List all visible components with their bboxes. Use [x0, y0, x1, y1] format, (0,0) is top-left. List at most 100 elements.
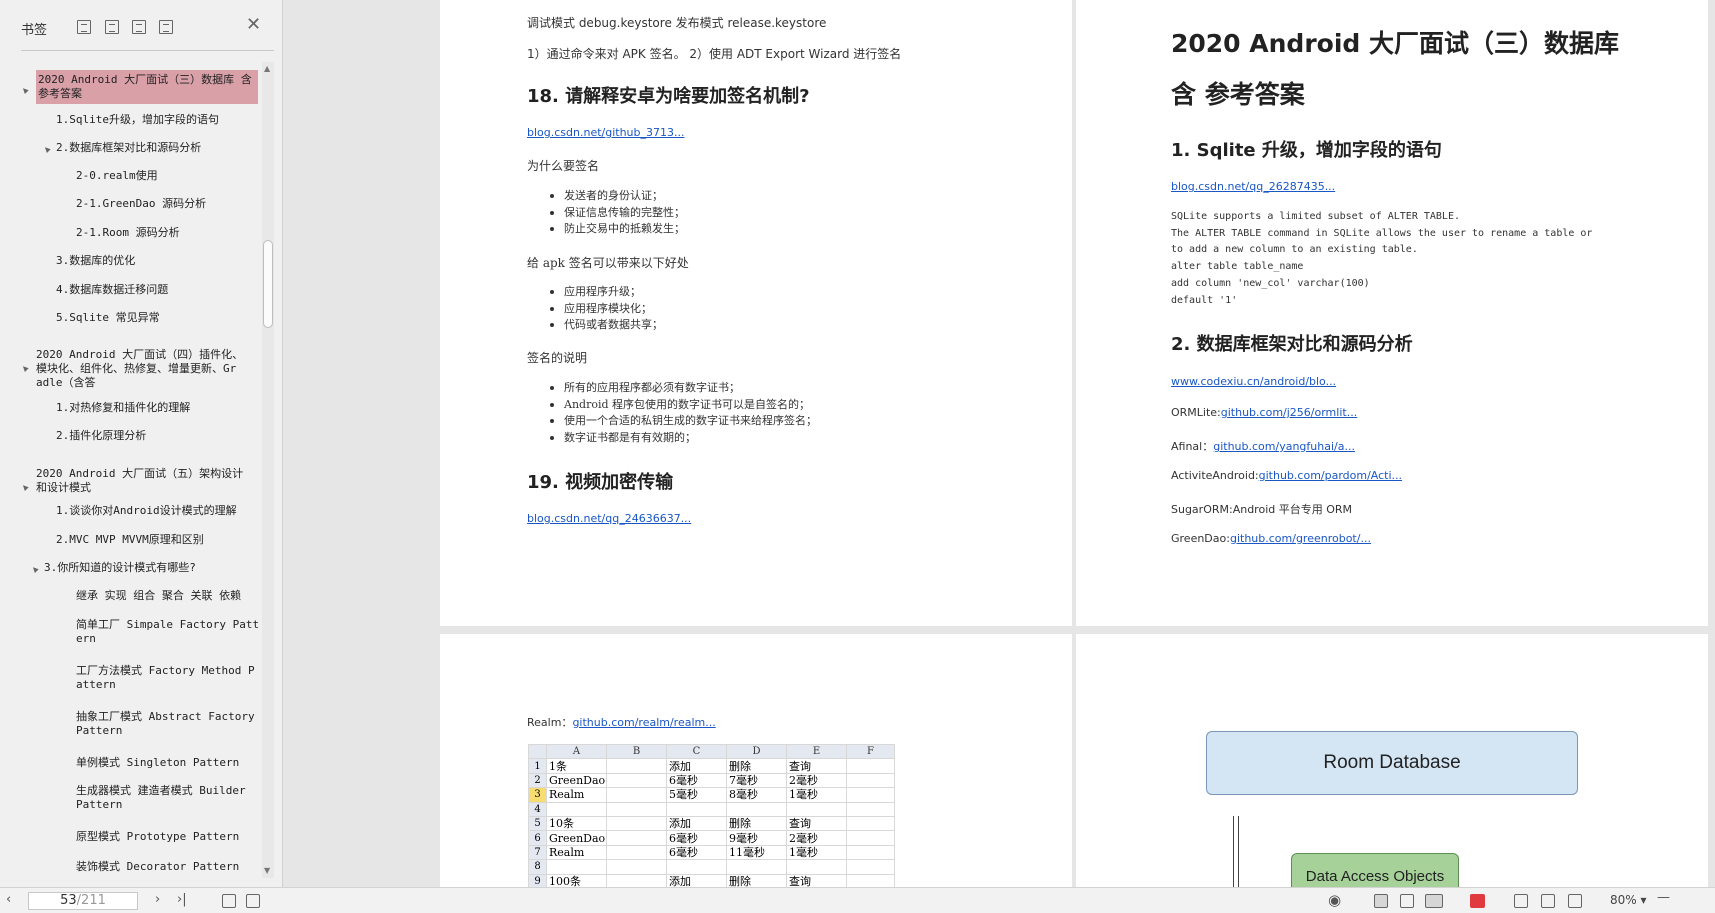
sidebar-scrollbar[interactable]: [262, 62, 274, 878]
link-codexiu[interactable]: www.codexiu.cn/android/blo...: [1171, 375, 1336, 388]
sheet-column-header: B: [606, 743, 667, 760]
bookmark-item[interactable]: 继承 实现 组合 聚合 关联 依赖: [76, 589, 241, 603]
sheet-cell: [846, 830, 895, 846]
bookmark-item[interactable]: 2020 Android 大厂面试（五）架构设计 和设计模式: [36, 467, 243, 495]
sidebar-header: 书签 ✕: [0, 0, 282, 48]
expand-toggle-icon[interactable]: ▲: [30, 564, 39, 573]
continuous-view-icon[interactable]: [1400, 894, 1414, 908]
why-sign-list: 发送者的身份认证； 保证信息传输的完整性； 防止交易中的抵赖发生；: [550, 188, 685, 238]
bookmark-item[interactable]: 装饰模式 Decorator Pattern: [76, 860, 239, 874]
sheet-cell: [846, 772, 895, 789]
row-number: 7: [528, 844, 547, 861]
sheet-cell: [606, 758, 667, 774]
zoom-level[interactable]: 80% ▾: [1610, 893, 1647, 907]
bookmark-item[interactable]: 1.对热修复和插件化的理解: [56, 401, 190, 415]
sheet-column-header: A: [546, 743, 607, 760]
bookmark-item[interactable]: 工厂方法模式 Factory Method Pattern: [76, 664, 255, 692]
ormlite-link[interactable]: github.com/j256/ormlit...: [1221, 406, 1357, 419]
bookmark-item[interactable]: 2.数据库框架对比和源码分析: [56, 141, 201, 155]
realm-link[interactable]: github.com/realm/realm...: [572, 716, 715, 729]
add-bookmark-icon[interactable]: [132, 20, 146, 34]
bookmark-item[interactable]: 简单工厂 Simpale Factory Patt ern: [76, 618, 259, 646]
bookmark-item[interactable]: 生成器模式 建造者模式 Builder Pattern: [76, 784, 246, 812]
document-view[interactable]: 调试模式 debug.keystore 发布模式 release.keystor…: [283, 0, 1715, 887]
scroll-up-icon[interactable]: ▲: [264, 64, 270, 73]
bookmark-item[interactable]: 2-1.Room 源码分析: [76, 226, 180, 240]
forward-view-icon[interactable]: [246, 894, 260, 908]
sheet-column-header: C: [666, 743, 727, 760]
expand-toggle-icon[interactable]: ▲: [42, 144, 51, 153]
bookmark-label-line: 2020 Android 大厂面试（三）数据库 含: [38, 73, 252, 86]
bookmark-item[interactable]: 2-1.GreenDao 源码分析: [76, 197, 206, 211]
prev-arrow-icon[interactable]: ‹: [6, 892, 11, 907]
actual-size-icon[interactable]: [1514, 894, 1528, 908]
sheet-cell: [606, 873, 667, 887]
zoom-out-icon[interactable]: —: [1657, 890, 1670, 905]
sheet-cell: 8毫秒: [726, 787, 787, 803]
next-page-icon[interactable]: ›: [155, 892, 160, 907]
sheet-cell: 1条: [546, 758, 607, 774]
bookmark-item[interactable]: 2020 Android 大厂面试（三）数据库 含参考答案: [36, 70, 258, 104]
code-line: alter table table_name: [1171, 261, 1304, 272]
sheet-cell: [606, 830, 667, 846]
bookmark-item[interactable]: 2.插件化原理分析: [56, 429, 146, 443]
greendao-link[interactable]: github.com/greenrobot/...: [1230, 532, 1371, 545]
sheet-cell: [726, 801, 787, 817]
bookmark-item[interactable]: 3.你所知道的设计模式有哪些?: [44, 561, 196, 575]
bookmark-label-line: 生成器模式 建造者模式 Builder: [76, 784, 246, 797]
expand-toggle-icon[interactable]: ▲: [20, 363, 29, 372]
bookmark-label-line: Pattern: [76, 798, 123, 811]
link-19[interactable]: blog.csdn.net/qq_24636637...: [527, 512, 691, 525]
bookmark-item[interactable]: 1.谈谈你对Android设计模式的理解: [56, 504, 237, 518]
ormlite-label: ORMLite:: [1171, 406, 1221, 419]
back-view-icon[interactable]: [222, 894, 236, 908]
code-line: add column 'new_col' varchar(100): [1171, 278, 1370, 289]
sidebar-scroll-thumb[interactable]: [263, 240, 273, 328]
eye-icon[interactable]: ◉: [1328, 891, 1341, 909]
heading-18: 18. 请解释安卓为啥要加签名机制?: [527, 86, 810, 107]
sheet-cell: [666, 801, 727, 817]
expand-all-icon[interactable]: [77, 20, 91, 34]
bookmark-item[interactable]: 4.数据库数据迁移问题: [56, 283, 168, 297]
activeandroid-link[interactable]: github.com/pardom/Acti...: [1259, 469, 1402, 482]
list-item: 保证信息传输的完整性；: [550, 205, 685, 222]
single-page-view-icon[interactable]: [1374, 894, 1388, 908]
row-number: 3: [528, 787, 547, 803]
close-icon[interactable]: ✕: [246, 16, 261, 34]
sheet-cell: 11毫秒: [726, 844, 787, 861]
page-number-input[interactable]: 53/211: [28, 892, 138, 910]
table-row: 1 1条 添加 删除 查询: [528, 758, 895, 774]
explain-label: 签名的说明: [527, 351, 588, 365]
scroll-down-icon[interactable]: ▼: [264, 866, 270, 875]
link-18[interactable]: blog.csdn.net/github_3713...: [527, 126, 685, 139]
benefit-label: 给 apk 签名可以带来以下好处: [527, 256, 689, 270]
afinal-link[interactable]: github.com/yangfuhai/a...: [1213, 440, 1355, 453]
bookmark-item[interactable]: 单例模式 Singleton Pattern: [76, 756, 239, 770]
sheet-cell: 删除: [726, 758, 787, 774]
expand-toggle-icon[interactable]: ▲: [20, 482, 29, 491]
play-icon[interactable]: [1470, 894, 1485, 908]
collapse-all-icon[interactable]: [105, 20, 119, 34]
fit-page-icon[interactable]: [1541, 894, 1555, 908]
bookmark-item[interactable]: 2020 Android 大厂面试（四）插件化、 模块化、组件化、热修复、增量更新…: [36, 348, 243, 390]
activeandroid-label: ActiviteAndroid:: [1171, 469, 1259, 482]
bookmark-item[interactable]: 5.Sqlite 常见异常: [56, 311, 160, 325]
bookmark-item[interactable]: 原型模式 Prototype Pattern: [76, 830, 239, 844]
last-page-icon[interactable]: ›|: [177, 892, 187, 907]
list-item: 代码或者数据共享；: [550, 317, 663, 334]
sheet-cell: [846, 873, 895, 887]
sheet-cell: [546, 859, 607, 875]
bookmark-item[interactable]: 2.MVC MVP MVVM原理和区别: [56, 533, 204, 547]
page-left-bottom: Realm：github.com/realm/realm... ABCDEF11…: [440, 634, 1072, 887]
bookmark-item[interactable]: 抽象工厂模式 Abstract Factory Pattern: [76, 710, 255, 738]
row-number: 8: [528, 859, 547, 875]
bookmark-item[interactable]: 3.数据库的优化: [56, 254, 135, 268]
expand-toggle-icon[interactable]: ▲: [20, 85, 29, 94]
bookmark-options-icon[interactable]: [159, 20, 173, 34]
list-item: 发送者的身份认证；: [550, 188, 685, 205]
fit-width-icon[interactable]: [1568, 894, 1582, 908]
two-page-view-icon[interactable]: [1425, 894, 1443, 908]
bookmark-item[interactable]: 1.Sqlite升级，增加字段的语句: [56, 113, 219, 127]
link-sqlite[interactable]: blog.csdn.net/qq_26287435...: [1171, 180, 1335, 193]
bookmark-item[interactable]: 2-0.realm使用: [76, 169, 158, 183]
